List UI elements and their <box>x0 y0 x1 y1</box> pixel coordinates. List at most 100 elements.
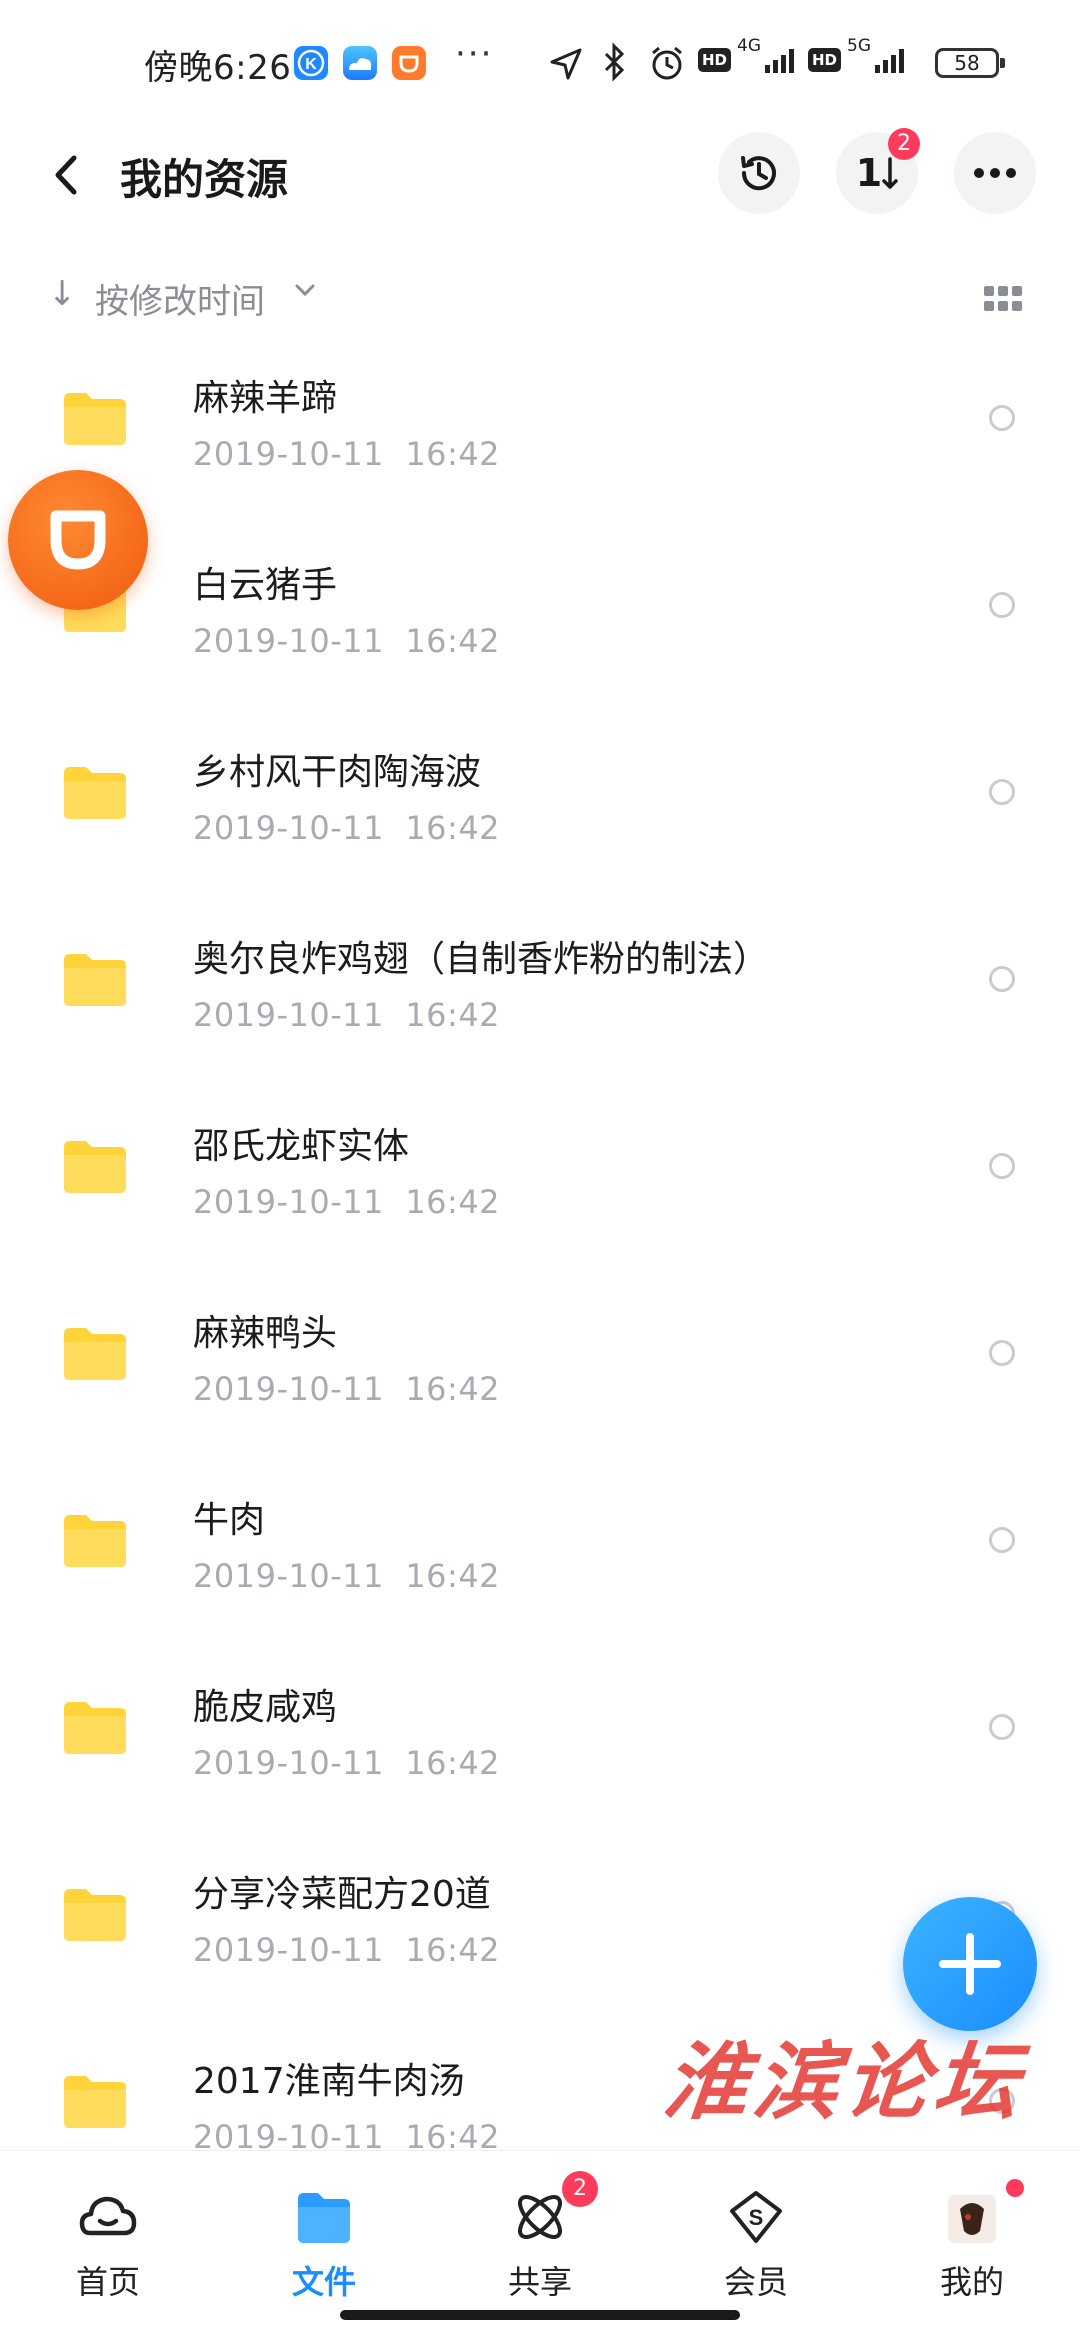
nav-files-label: 文件 <box>291 2263 356 2301</box>
vip-diamond-icon: S <box>730 2191 782 2243</box>
plus-icon <box>939 1933 1001 1995</box>
battery-indicator: 58 <box>935 48 1005 78</box>
list-item[interactable]: 脆皮咸鸡 2019-10-11 16:42 <box>0 1652 1080 1839</box>
share-badge: 2 <box>562 2171 598 2207</box>
add-fab-button[interactable] <box>903 1897 1037 2031</box>
select-radio[interactable] <box>989 592 1015 618</box>
file-name: 邵氏龙虾实体 <box>193 1126 410 1167</box>
nav-vip-label: 会员 <box>723 2263 788 2301</box>
history-icon <box>741 156 776 191</box>
folder-icon <box>64 1702 126 1754</box>
sort-label: 按修改时间 <box>95 282 265 322</box>
folder-icon <box>64 954 126 1006</box>
page-title: 我的资源 <box>120 155 289 204</box>
location-icon <box>548 46 584 86</box>
home-indicator <box>340 2310 740 2320</box>
nav-files[interactable]: 文件 <box>254 2171 394 2321</box>
list-item[interactable]: 邵氏龙虾实体 2019-10-11 16:42 <box>0 1091 1080 1278</box>
folder-icon <box>64 1515 126 1567</box>
hd-badge-2: HD <box>808 48 842 72</box>
nav-vip[interactable]: S 会员 <box>686 2171 826 2321</box>
folder-icon <box>64 393 126 445</box>
cloud-home-icon <box>79 2196 137 2236</box>
file-date: 2019-10-11 16:42 <box>193 435 501 473</box>
file-name: 牛肉 <box>193 1500 266 1541</box>
sort-bar: ↓ 按修改时间 <box>0 262 1080 332</box>
select-radio[interactable] <box>989 1527 1015 1553</box>
history-button[interactable] <box>718 132 800 214</box>
transfer-arrows-icon <box>882 157 898 189</box>
transfer-button[interactable]: 1 2 <box>836 128 920 214</box>
file-name: 麻辣鸭头 <box>193 1313 338 1354</box>
signal-group-1: HD 4G <box>698 36 801 80</box>
more-options-button[interactable] <box>954 132 1036 214</box>
file-name: 脆皮咸鸡 <box>193 1687 338 1728</box>
signal-group-2: HD 5G <box>808 36 911 80</box>
nav-mine-label: 我的 <box>939 2263 1004 2301</box>
file-date: 2019-10-11 16:42 <box>193 622 501 660</box>
network-label-5g: 5G <box>847 36 872 56</box>
back-button[interactable] <box>46 150 86 200</box>
select-radio[interactable] <box>989 1714 1015 1740</box>
didi-logo-icon <box>50 510 106 570</box>
bluetooth-icon <box>600 42 630 86</box>
file-date: 2019-10-11 16:42 <box>193 996 501 1034</box>
didi-app-icon <box>392 46 426 80</box>
top-app-bar: 我的资源 1 2 <box>0 120 1080 230</box>
select-radio[interactable] <box>989 779 1015 805</box>
transfer-label: 1 <box>855 151 883 195</box>
didi-floating-bubble[interactable] <box>8 470 148 610</box>
status-bar: 傍晚6:26 K ··· HD 4G HD 5G 58 <box>0 0 1080 120</box>
file-date: 2019-10-11 16:42 <box>193 1557 501 1595</box>
chevron-down-icon <box>295 284 315 297</box>
nav-mine[interactable]: 我的 <box>902 2171 1042 2321</box>
nav-home[interactable]: 首页 <box>38 2171 178 2321</box>
folder-icon <box>64 767 126 819</box>
mine-notification-dot <box>1006 2179 1024 2197</box>
folder-icon <box>64 1328 126 1380</box>
list-item[interactable]: 麻辣鸭头 2019-10-11 16:42 <box>0 1278 1080 1465</box>
file-name: 2017淮南牛肉汤 <box>193 2061 465 2102</box>
file-date: 2019-10-11 16:42 <box>193 1183 501 1221</box>
signal-icon-2 <box>875 49 905 73</box>
list-item[interactable]: 乡村风干肉陶海波 2019-10-11 16:42 <box>0 717 1080 904</box>
file-date: 2019-10-11 16:42 <box>193 1744 501 1782</box>
signal-icon <box>765 49 795 73</box>
select-radio[interactable] <box>989 1153 1015 1179</box>
file-date: 2019-10-11 16:42 <box>193 809 501 847</box>
file-name: 白云猪手 <box>193 565 338 606</box>
avatar <box>948 2195 996 2243</box>
select-radio[interactable] <box>989 966 1015 992</box>
folder-icon <box>64 2076 126 2128</box>
hd-badge: HD <box>698 48 732 72</box>
nav-share-label: 共享 <box>507 2263 572 2301</box>
share-orbit-icon <box>518 2195 562 2239</box>
list-item[interactable]: 奥尔良炸鸡翅（自制香炸粉的制法） 2019-10-11 16:42 <box>0 904 1080 1091</box>
alarm-icon <box>648 44 686 86</box>
status-time: 傍晚6:26 <box>144 48 292 88</box>
list-item[interactable]: 麻辣羊蹄 2019-10-11 16:42 <box>0 343 1080 530</box>
sort-down-arrow-icon: ↓ <box>48 274 77 314</box>
nav-home-label: 首页 <box>75 2263 140 2301</box>
folder-files-icon <box>298 2193 350 2243</box>
file-name: 麻辣羊蹄 <box>193 378 338 419</box>
select-radio[interactable] <box>989 405 1015 431</box>
grid-view-icon[interactable] <box>984 286 1022 312</box>
forum-watermark: 淮滨论坛 <box>659 2032 1030 2131</box>
select-radio[interactable] <box>989 1340 1015 1366</box>
more-horizontal-icon <box>974 168 1016 178</box>
nav-share[interactable]: 2 共享 <box>470 2171 610 2321</box>
chevron-left-icon <box>55 155 77 195</box>
network-label-4g: 4G <box>737 36 762 56</box>
status-more-dots: ··· <box>455 34 494 74</box>
folder-icon <box>64 1141 126 1193</box>
svg-text:S: S <box>749 2205 764 2230</box>
file-name: 分享冷菜配方20道 <box>193 1874 491 1915</box>
file-date: 2019-10-11 16:42 <box>193 1931 501 1969</box>
list-item[interactable]: 牛肉 2019-10-11 16:42 <box>0 1465 1080 1652</box>
file-date: 2019-10-11 16:42 <box>193 1370 501 1408</box>
file-name: 乡村风干肉陶海波 <box>193 752 482 793</box>
folder-icon <box>64 1889 126 1941</box>
list-item[interactable]: 白云猪手 2019-10-11 16:42 <box>0 530 1080 717</box>
transfer-badge: 2 <box>888 128 920 160</box>
